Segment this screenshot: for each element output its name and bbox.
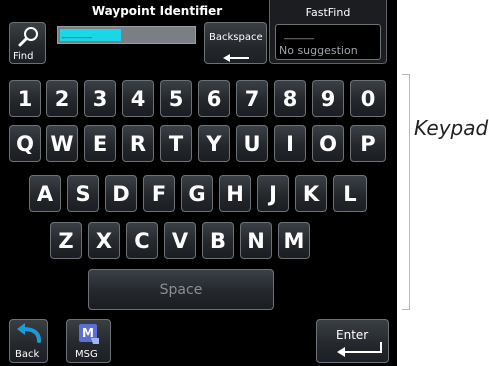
enter-arrow-icon	[337, 342, 383, 358]
key-x[interactable]: X	[88, 222, 120, 259]
key-v[interactable]: V	[164, 222, 196, 259]
enter-button[interactable]: Enter	[316, 319, 389, 363]
key-z[interactable]: Z	[50, 222, 82, 259]
key-1[interactable]: 1	[9, 80, 41, 117]
find-button[interactable]: Find	[9, 22, 46, 64]
key-b[interactable]: B	[202, 222, 234, 259]
key-o[interactable]: O	[312, 125, 344, 162]
svg-text:M: M	[82, 326, 94, 340]
curved-back-arrow-icon	[15, 323, 43, 345]
key-f[interactable]: F	[143, 175, 175, 212]
arrow-left-icon	[223, 47, 249, 62]
key-q[interactable]: Q	[9, 125, 41, 162]
key-9[interactable]: 9	[312, 80, 344, 117]
device-screen: Find Waypoint Identifier ______ Backspac…	[0, 0, 397, 366]
backspace-button[interactable]: Backspace	[204, 22, 267, 64]
key-l[interactable]: L	[333, 175, 367, 212]
key-0[interactable]: 0	[350, 80, 386, 117]
key-y[interactable]: Y	[198, 125, 230, 162]
key-4[interactable]: 4	[122, 80, 154, 117]
key-7[interactable]: 7	[236, 80, 268, 117]
fastfind-suggestion-button[interactable]: ______ No suggestion	[275, 24, 381, 60]
key-r[interactable]: R	[122, 125, 154, 162]
key-p[interactable]: P	[350, 125, 386, 162]
key-n[interactable]: N	[240, 222, 272, 259]
key-c[interactable]: C	[126, 222, 158, 259]
backspace-label: Backspace	[209, 32, 263, 43]
find-label: Find	[13, 51, 34, 62]
enter-label: Enter	[336, 328, 369, 342]
key-h[interactable]: H	[219, 175, 251, 212]
msg-icon: M	[77, 322, 101, 346]
fastfind-suggestion-text: No suggestion	[279, 44, 358, 57]
fastfind-panel: FastFind ______ No suggestion	[269, 0, 387, 64]
keypad-bracket	[402, 74, 410, 310]
key-3[interactable]: 3	[84, 80, 116, 117]
key-m[interactable]: M	[278, 222, 310, 259]
key-6[interactable]: 6	[198, 80, 230, 117]
fastfind-title: FastFind	[305, 6, 351, 19]
key-8[interactable]: 8	[274, 80, 306, 117]
key-j[interactable]: J	[257, 175, 289, 212]
page-title: Waypoint Identifier	[91, 4, 223, 18]
key-s[interactable]: S	[67, 175, 99, 212]
fastfind-dashes: ______	[284, 29, 314, 40]
msg-button[interactable]: M MSG	[66, 319, 111, 363]
identifier-placeholder: ______	[62, 28, 92, 39]
back-label: Back	[15, 349, 40, 360]
key-2[interactable]: 2	[46, 80, 78, 117]
key-i[interactable]: I	[274, 125, 306, 162]
back-button[interactable]: Back	[9, 319, 48, 363]
magnifier-icon	[18, 26, 40, 48]
identifier-input[interactable]: ______	[57, 26, 196, 44]
key-k[interactable]: K	[295, 175, 327, 212]
key-e[interactable]: E	[84, 125, 116, 162]
space-key[interactable]: Space	[88, 269, 274, 310]
key-5[interactable]: 5	[160, 80, 192, 117]
key-g[interactable]: G	[181, 175, 213, 212]
key-d[interactable]: D	[105, 175, 137, 212]
key-w[interactable]: W	[46, 125, 78, 162]
key-u[interactable]: U	[236, 125, 268, 162]
key-t[interactable]: T	[160, 125, 192, 162]
key-a[interactable]: A	[29, 175, 61, 212]
keypad-annotation-label: Keypad	[414, 116, 489, 140]
msg-label: MSG	[75, 349, 98, 360]
